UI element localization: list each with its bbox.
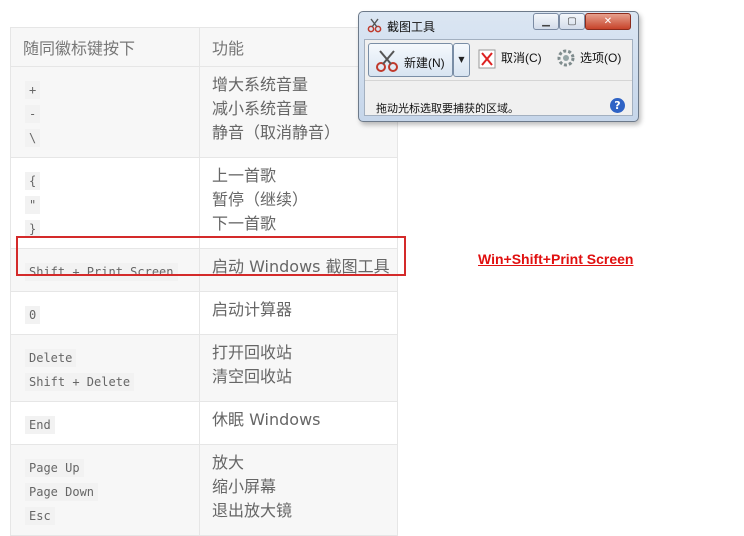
help-icon[interactable]: ? xyxy=(610,98,625,113)
key-code: Esc xyxy=(25,507,55,525)
key-cell: {"} xyxy=(10,157,200,249)
table-row: 0 启动计算器 xyxy=(10,291,398,335)
scissors-icon xyxy=(376,50,398,72)
key-code: Shift + Delete xyxy=(25,373,135,391)
key-cell: Delete Shift + Delete xyxy=(10,334,200,402)
function-text: 缩小屏幕 xyxy=(212,477,277,496)
shortcut-table: 随同徽标键按下 功能 + - \ 增大系统音量 减小系统音量 静音（取消静音）{"} 上一首… xyxy=(10,27,398,536)
key-code: - xyxy=(25,105,41,123)
hint-text: 拖动光标选取要捕获的区域。 xyxy=(376,103,519,115)
function-cell: 上一首歌暂停（继续） 下一首歌 xyxy=(199,157,398,249)
key-code: { xyxy=(25,172,41,190)
key-code: Page Up xyxy=(25,459,84,477)
key-cell: + - \ xyxy=(10,66,200,158)
minimize-icon[interactable]: ▁ xyxy=(533,13,559,30)
scissors-icon xyxy=(367,18,382,33)
key-cell: Page Up Page Down Esc xyxy=(10,444,200,536)
chevron-down-icon[interactable]: ▼ xyxy=(453,43,470,77)
key-code: \ xyxy=(25,129,41,147)
key-code: 0 xyxy=(25,306,41,324)
function-cell: 休眠 Windows xyxy=(199,401,398,445)
function-text: 放大 xyxy=(212,453,245,472)
function-text: 清空回收站 xyxy=(212,367,293,386)
function-text: 打开回收站 xyxy=(212,343,293,362)
header-keys: 随同徽标键按下 xyxy=(10,27,200,67)
maximize-icon[interactable]: ▢ xyxy=(559,13,585,30)
function-text: 静音（取消静音） xyxy=(212,123,341,142)
key-cell: 0 xyxy=(10,291,200,335)
options-button[interactable]: 选项(O) xyxy=(580,49,621,66)
function-text: 启动计算器 xyxy=(212,300,293,319)
table-row: + - \ 增大系统音量 减小系统音量 静音（取消静音） xyxy=(10,66,398,158)
key-code: End xyxy=(25,416,55,434)
function-cell: 打开回收站清空回收站 xyxy=(199,334,398,402)
gear-icon xyxy=(557,49,575,67)
toolbar: 新建(N) ▼ 取消(C) 选项(O) xyxy=(365,40,632,81)
close-icon[interactable]: ✕ xyxy=(585,13,631,30)
annotation-text: Win+Shift+Print Screen xyxy=(478,251,634,267)
table-row: Delete Shift + Delete 打开回收站清空回收站 xyxy=(10,334,398,402)
cancel-button[interactable]: 取消(C) xyxy=(501,49,542,66)
new-button[interactable]: 新建(N) xyxy=(368,43,453,77)
table-row: {"} 上一首歌 暂停（继续） 下一首歌 xyxy=(10,157,398,249)
window-client: 新建(N) ▼ 取消(C) 选项(O) 拖动光标选取要捕获的区域。 ? xyxy=(364,39,633,116)
window-title: 截图工具 xyxy=(387,20,436,34)
cancel-icon[interactable] xyxy=(478,49,496,69)
snipping-tool-window: 截图工具 ▁ ▢ ✕ 新建(N) ▼ 取消(C) 选项(O) 拖动光标选取要捕获… xyxy=(358,11,639,122)
new-button-label: 新建(N) xyxy=(404,56,445,70)
key-code: + xyxy=(25,81,41,99)
function-text: 休眠 Windows xyxy=(212,410,321,429)
table-row: Page Up Page Down Esc 放大 缩小屏幕 退出放大镜 xyxy=(10,444,398,536)
function-text: 下一首歌 xyxy=(212,214,277,233)
key-code: Page Down xyxy=(25,483,99,501)
function-cell: 启动计算器 xyxy=(199,291,398,335)
function-text: 上一首歌 xyxy=(212,166,277,185)
highlight-box xyxy=(16,236,406,276)
key-cell: End xyxy=(10,401,200,445)
function-text: 暂停（继续） xyxy=(212,190,309,209)
key-code: " xyxy=(25,196,41,214)
function-cell: 放大 缩小屏幕 退出放大镜 xyxy=(199,444,398,536)
table-row: End 休眠 Windows xyxy=(10,401,398,445)
key-code: Delete xyxy=(25,349,77,367)
